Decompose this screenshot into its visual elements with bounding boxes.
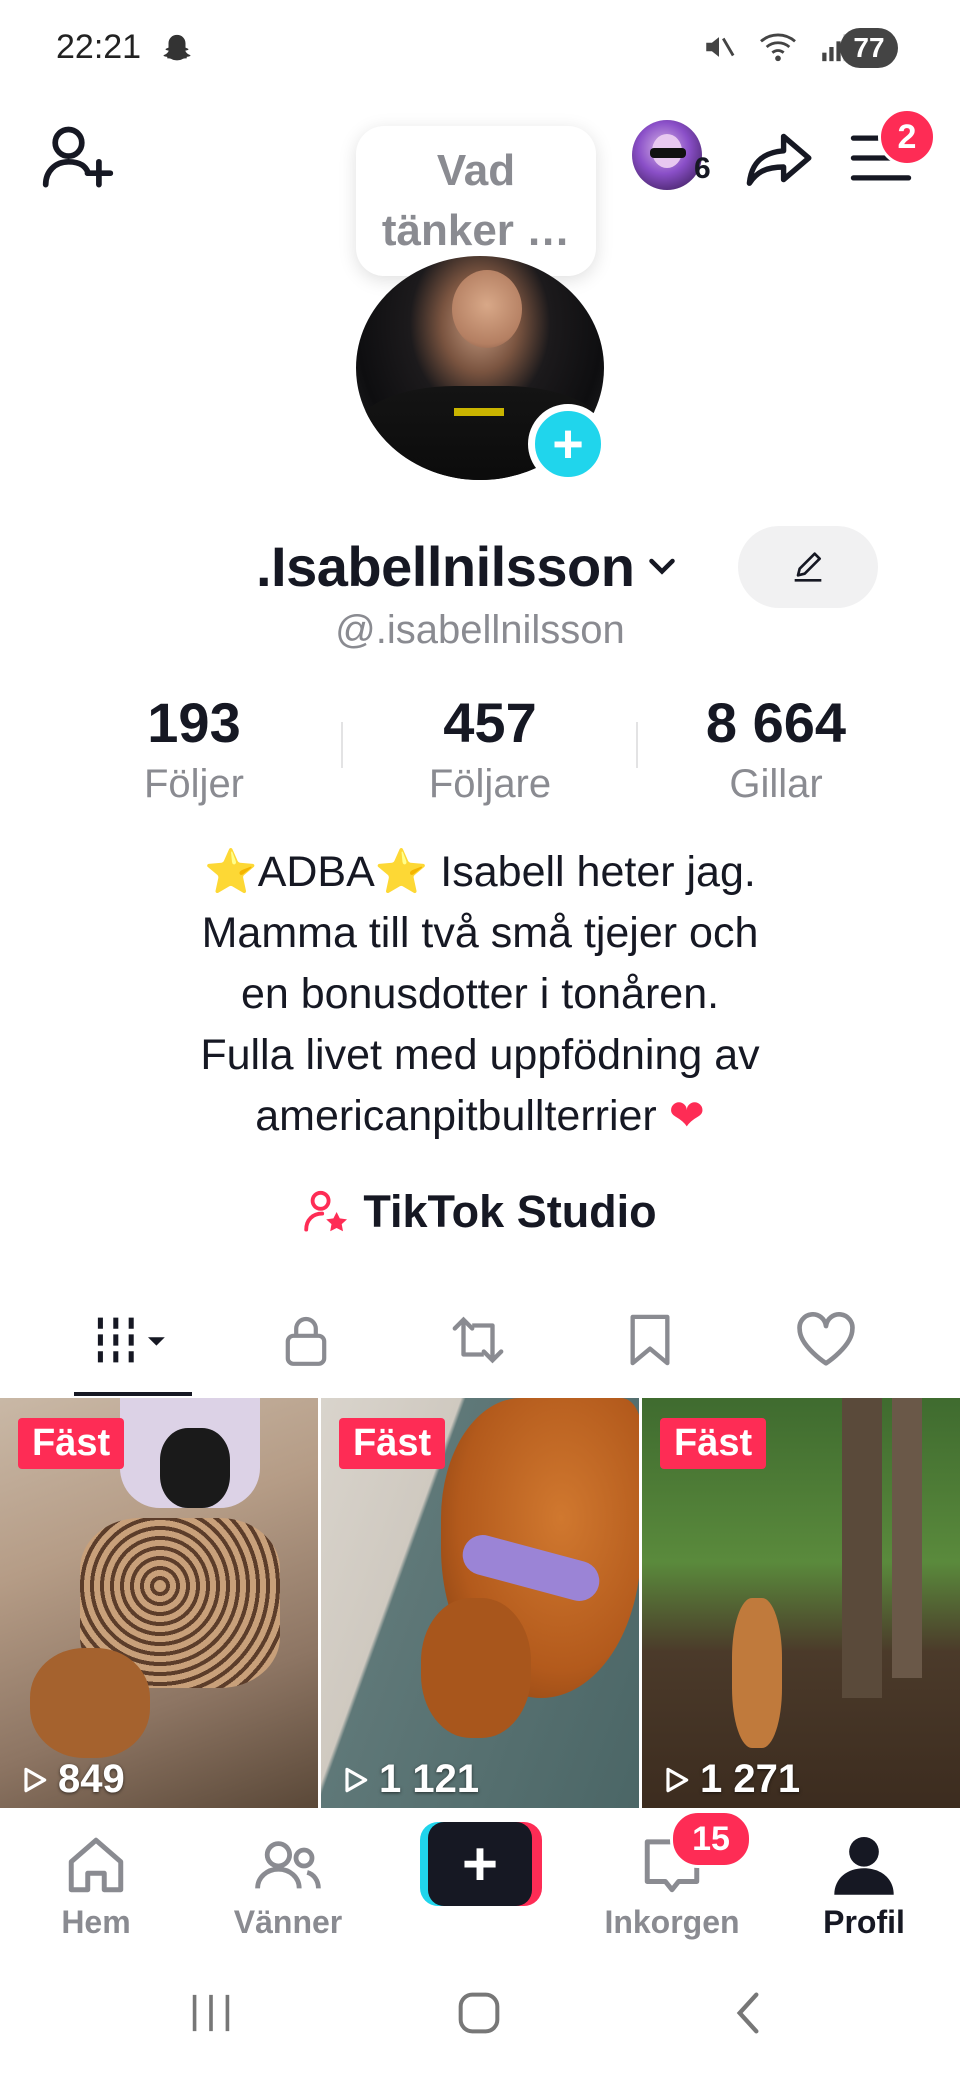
inbox-badge: 15 xyxy=(670,1810,752,1868)
system-icons xyxy=(702,30,850,64)
status-bar: 22:21 77 xyxy=(0,0,960,100)
chevron-down-icon xyxy=(649,558,676,575)
bio: ⭐ADBA⭐ Isabell heter jag. Mamma till två… xyxy=(0,842,960,1147)
heart-emoji: ❤ xyxy=(668,1092,705,1140)
display-name: .Isabellnilsson xyxy=(256,535,635,598)
view-count: 849 xyxy=(18,1757,125,1802)
stat-value: 457 xyxy=(443,691,537,754)
view-count-value: 849 xyxy=(58,1757,125,1801)
wifi-icon xyxy=(760,33,796,62)
tiktok-studio-link[interactable]: TikTok Studio xyxy=(0,1186,960,1238)
bio-line: ⭐ADBA⭐ Isabell heter jag. xyxy=(0,842,960,903)
friends-icon xyxy=(255,1841,321,1889)
tab-videos[interactable] xyxy=(74,1300,194,1380)
stat-value: 193 xyxy=(147,691,241,754)
nav-profile[interactable]: Profil xyxy=(774,1828,954,1941)
view-count-value: 1 271 xyxy=(700,1757,801,1801)
note-bubble[interactable]: Vad tänker … xyxy=(356,126,596,276)
pinned-badge: Fäst xyxy=(18,1418,125,1469)
play-icon xyxy=(24,1767,47,1792)
nav-label: Hem xyxy=(61,1904,131,1940)
display-name-row[interactable]: .Isabellnilsson xyxy=(256,534,680,599)
recent-apps-icon[interactable] xyxy=(186,1990,236,2036)
friends-count: 6 xyxy=(694,152,711,185)
avatar-face xyxy=(452,270,522,348)
tiktok-studio-label: TikTok Studio xyxy=(363,1186,657,1237)
mute-icon xyxy=(706,37,735,57)
nav-label: Inkorgen xyxy=(604,1904,740,1940)
play-icon xyxy=(345,1767,368,1792)
view-count: 1 271 xyxy=(660,1757,800,1802)
creator-star-icon xyxy=(304,1190,348,1232)
stat-likes[interactable]: 8 664 Gillar xyxy=(656,690,896,807)
tab-reposts[interactable] xyxy=(418,1300,538,1380)
tab-liked[interactable] xyxy=(766,1300,886,1380)
stat-value: 8 664 xyxy=(705,691,847,754)
bio-text: ADBA xyxy=(257,848,375,896)
nav-label: Profil xyxy=(823,1904,905,1940)
nav-home[interactable]: Hem xyxy=(6,1828,186,1941)
home-icon xyxy=(68,1837,124,1893)
pencil-icon xyxy=(794,552,822,582)
lock-icon xyxy=(285,1316,327,1366)
active-tab-indicator xyxy=(74,1392,192,1396)
bio-line: Fulla livet med uppfödning av xyxy=(200,1031,760,1079)
home-button-icon[interactable] xyxy=(454,1988,504,2038)
bio-text: Isabell heter jag. xyxy=(428,848,756,896)
bio-line: americanpitbullterrier ❤ xyxy=(0,1086,960,1147)
create-button[interactable]: + xyxy=(420,1822,542,1906)
stat-label: Följare xyxy=(428,762,552,806)
play-icon xyxy=(666,1767,689,1792)
friends-avatar[interactable] xyxy=(632,120,702,190)
bio-line: Mamma till två små tjejer och xyxy=(201,909,759,957)
share-icon[interactable] xyxy=(744,122,816,194)
menu-badge: 2 xyxy=(878,108,936,166)
shirt-print xyxy=(454,408,504,416)
heart-icon xyxy=(797,1312,855,1366)
video-thumbnail[interactable]: Fäst 1 271 xyxy=(642,1398,960,1808)
tab-private[interactable] xyxy=(246,1300,366,1380)
bio-line: en bonusdotter i tonåren. xyxy=(240,970,720,1018)
system-nav-bar xyxy=(0,1960,960,2080)
stat-label: Följer xyxy=(143,762,245,806)
plus-icon: + xyxy=(428,1822,532,1906)
stat-divider xyxy=(636,722,638,768)
star-emoji: ⭐ xyxy=(204,848,258,896)
repost-icon xyxy=(452,1316,504,1364)
grid-videos-icon xyxy=(97,1317,165,1363)
tab-saved[interactable] xyxy=(590,1300,710,1380)
add-story-button[interactable]: + xyxy=(528,404,608,484)
view-count: 1 121 xyxy=(339,1757,479,1802)
nav-label: Vänner xyxy=(233,1904,343,1940)
battery-indicator: 77 xyxy=(840,28,898,68)
bio-text: americanpitbullterrier xyxy=(255,1092,669,1140)
stat-followers[interactable]: 457 Följare xyxy=(370,690,610,807)
video-thumbnail[interactable]: Fäst 849 xyxy=(0,1398,318,1808)
username: @.isabellnilsson xyxy=(335,608,625,652)
pinned-badge: Fäst xyxy=(660,1418,767,1469)
pinned-badge: Fäst xyxy=(339,1418,446,1469)
star-emoji: ⭐ xyxy=(374,848,429,896)
clock: 22:21 xyxy=(56,28,142,66)
profile-icon xyxy=(834,1836,894,1895)
video-thumbnail[interactable]: Fäst 1 121 xyxy=(321,1398,639,1808)
note-bubble-text: Vad tänker … xyxy=(381,146,571,255)
snapchat-icon xyxy=(163,34,191,61)
view-count-value: 1 121 xyxy=(379,1757,480,1801)
stat-divider xyxy=(341,722,343,768)
stat-label: Gillar xyxy=(729,762,823,806)
stat-following[interactable]: 193 Följer xyxy=(74,690,314,807)
bookmark-icon xyxy=(630,1314,670,1366)
add-friend-icon[interactable] xyxy=(40,120,116,196)
content-tabs xyxy=(0,1300,960,1394)
nav-friends[interactable]: Vänner xyxy=(198,1828,378,1941)
back-icon[interactable] xyxy=(728,1988,768,2038)
edit-profile-button[interactable] xyxy=(738,526,878,608)
